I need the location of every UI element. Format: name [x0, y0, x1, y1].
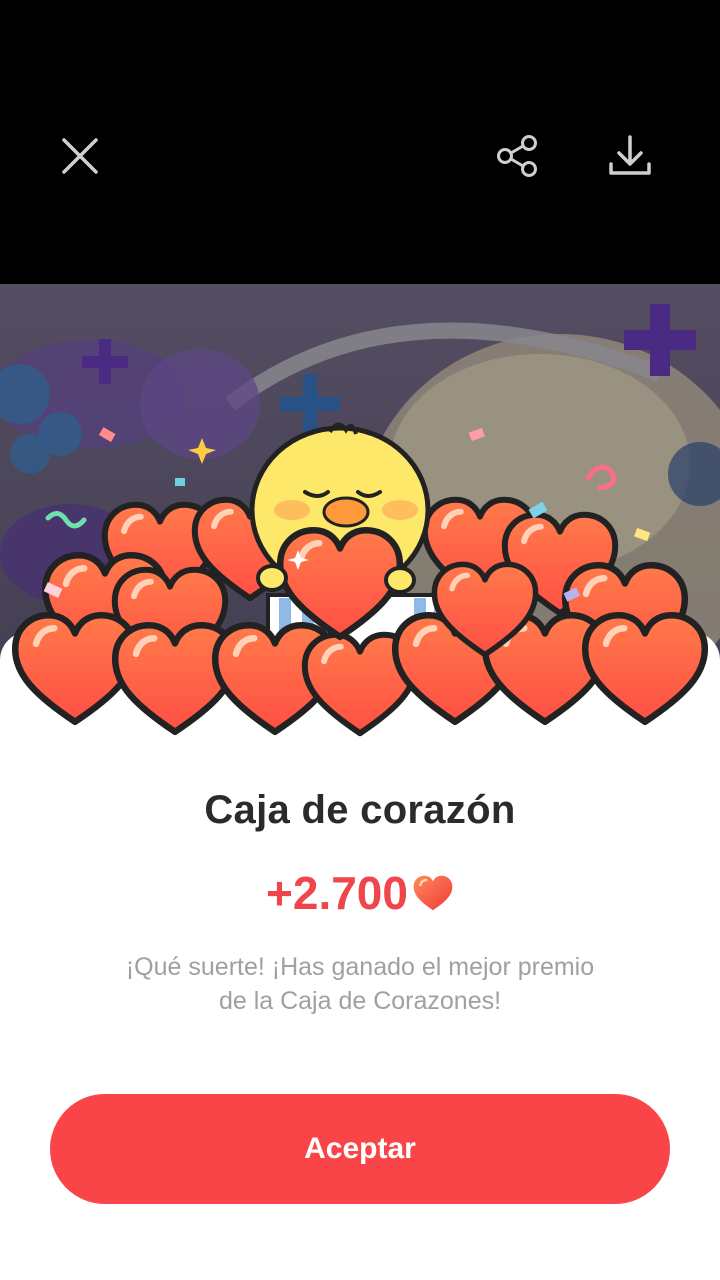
reward-amount: +2.700	[266, 867, 408, 919]
heart-box-illustration	[0, 422, 720, 750]
reward-row: +2.700	[0, 866, 720, 920]
reward-description: ¡Qué suerte! ¡Has ganado el mejor premio…	[125, 953, 595, 1015]
share-button[interactable]	[486, 124, 550, 188]
dialog-title: Caja de corazón	[204, 788, 516, 832]
reward-screen: Caja de corazón +2.700 ¡Qué suerte! ¡Has…	[0, 0, 720, 1280]
close-icon	[62, 138, 98, 174]
download-icon	[609, 135, 651, 175]
accept-button[interactable]: Aceptar	[50, 1094, 670, 1204]
close-button[interactable]	[48, 124, 112, 188]
download-button[interactable]	[598, 124, 662, 188]
share-icon	[497, 135, 537, 177]
heart-icon	[413, 875, 453, 911]
top-bar	[0, 0, 720, 284]
